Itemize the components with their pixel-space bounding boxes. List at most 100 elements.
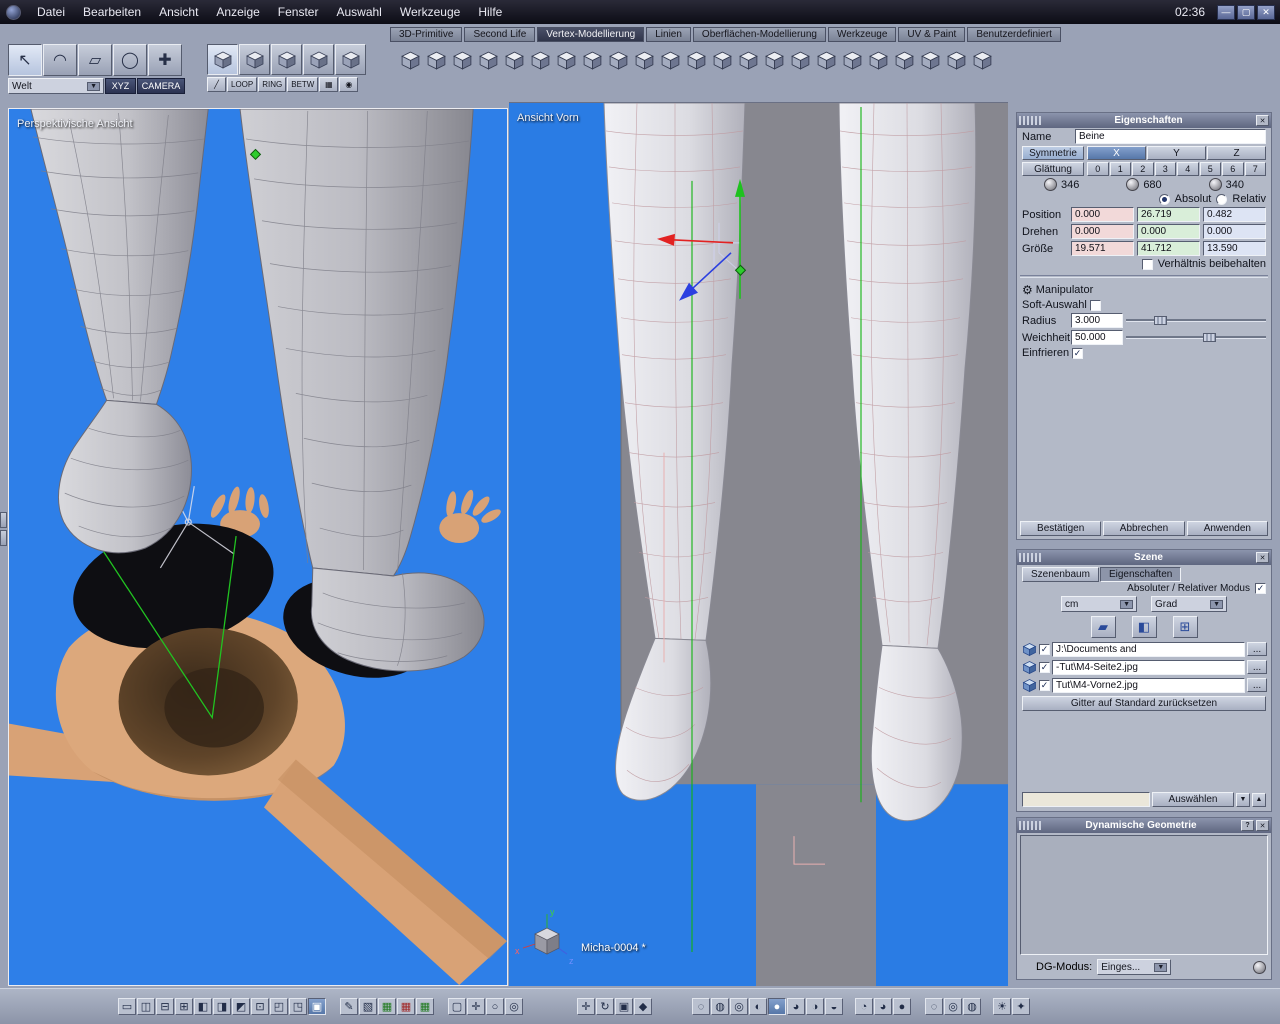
select-arrow-icon[interactable]: ↖ — [8, 44, 42, 76]
curve-select-icon[interactable]: ◠ — [43, 44, 77, 76]
chamfer-tool-icon[interactable] — [814, 46, 839, 74]
smooth-tool-icon[interactable] — [528, 46, 553, 74]
world-dropdown[interactable]: Welt ▼ — [8, 78, 104, 94]
spin-up-icon[interactable]: ▲ — [1252, 792, 1266, 807]
panel-grip[interactable] — [1019, 553, 1041, 562]
smoothing-button[interactable]: Glättung — [1022, 162, 1084, 176]
workspace-tab[interactable]: Linien — [646, 27, 691, 42]
radius-input[interactable]: 3.000 — [1071, 313, 1123, 328]
shrink-selection-icon[interactable]: ◉ — [339, 77, 359, 92]
close-hole-tool-icon[interactable] — [710, 46, 735, 74]
rotate-manipulator-icon[interactable]: ↻ — [596, 998, 614, 1015]
keep-ratio-checkbox[interactable] — [1141, 258, 1153, 270]
softness-slider[interactable] — [1126, 333, 1266, 342]
extract-tool-icon[interactable] — [424, 46, 449, 74]
workspace-tab[interactable]: Oberflächen-Modellierung — [692, 27, 826, 42]
symmetry-tool-icon[interactable] — [736, 46, 761, 74]
rect-select-icon[interactable]: ▱ — [78, 44, 112, 76]
reset-grid-button[interactable]: Gitter auf Standard zurücksetzen — [1022, 696, 1266, 711]
xyz-button[interactable]: XYZ — [105, 78, 136, 94]
snap-manipulator-icon[interactable]: ◆ — [634, 998, 652, 1015]
softness-input[interactable]: 50.000 — [1071, 330, 1123, 345]
position-x-input[interactable]: 0.000 — [1071, 207, 1134, 222]
pan-view-icon[interactable]: ✛ — [467, 998, 485, 1015]
textured-display-icon[interactable]: ◑ — [806, 998, 824, 1015]
smoothing-level-button[interactable]: 1 — [1109, 162, 1131, 176]
copy-symmetry-tool-icon[interactable] — [762, 46, 787, 74]
translate-manipulator-icon[interactable]: ✛ — [577, 998, 595, 1015]
close-icon[interactable]: ✕ — [1256, 820, 1269, 831]
flat-wire-display-icon[interactable]: ◐ — [749, 998, 767, 1015]
smoothing-level-button[interactable]: 3 — [1154, 162, 1176, 176]
wireframe-display-icon[interactable]: ◌ — [692, 998, 710, 1015]
extrude-face-tool-icon[interactable] — [450, 46, 475, 74]
average-weld-tool-icon[interactable] — [658, 46, 683, 74]
light-icon[interactable]: ☀ — [993, 998, 1011, 1015]
triangulate-tool-icon[interactable] — [866, 46, 891, 74]
grid-xy-icon[interactable]: ▦ — [378, 998, 396, 1015]
circle-select-icon[interactable]: ◯ — [113, 44, 147, 76]
close-button[interactable]: ✕ — [1257, 4, 1275, 20]
layer-visible-checkbox[interactable] — [1039, 679, 1050, 691]
abs-rel-mode-checkbox[interactable] — [1255, 583, 1266, 594]
splitter-handle[interactable] — [0, 530, 7, 546]
shade-object-icon[interactable]: ◕ — [874, 998, 892, 1015]
symmetry-axis-button[interactable]: Z — [1207, 146, 1266, 160]
wire-hidden-icon[interactable]: ◍ — [963, 998, 981, 1015]
object-mode-icon[interactable] — [303, 44, 334, 75]
scene-titlebar[interactable]: Szene ✕ — [1017, 550, 1271, 565]
layout-quad-icon[interactable]: ⊞ — [175, 998, 193, 1015]
ring-button[interactable]: RING — [258, 77, 287, 92]
close-icon[interactable]: ✕ — [1256, 552, 1269, 563]
layout-right-icon[interactable]: ◨ — [213, 998, 231, 1015]
size-z-input[interactable]: 13.590 — [1203, 241, 1266, 256]
layout-split-h-icon[interactable]: ⊟ — [156, 998, 174, 1015]
eraser-icon[interactable]: ▰ — [1090, 616, 1116, 638]
weld-points-tool-icon[interactable] — [632, 46, 657, 74]
browse-button[interactable]: ... — [1247, 642, 1267, 656]
menu-item[interactable]: Fenster — [269, 1, 328, 23]
thickness-tool-icon[interactable] — [788, 46, 813, 74]
soft-select-checkbox[interactable] — [1089, 299, 1101, 311]
texture-grid-icon[interactable]: ▧ — [359, 998, 377, 1015]
smooth-wire-display-icon[interactable]: ◕ — [787, 998, 805, 1015]
wire-shaded-icon[interactable]: ◎ — [944, 998, 962, 1015]
scale-manipulator-icon[interactable]: ▣ — [615, 998, 633, 1015]
shade-scene-icon[interactable]: ● — [893, 998, 911, 1015]
size-y-input[interactable]: 41.712 — [1137, 241, 1200, 256]
layout-full-icon[interactable]: ▭ — [118, 998, 136, 1015]
loop-button[interactable]: LOOP — [227, 77, 258, 92]
maximize-button[interactable]: ▢ — [1237, 4, 1255, 20]
bridge-tool-icon[interactable] — [684, 46, 709, 74]
decimate-tool-icon[interactable] — [892, 46, 917, 74]
tessellate-tool-icon[interactable] — [554, 46, 579, 74]
add-select-icon[interactable]: ✚ — [148, 44, 182, 76]
radius-slider[interactable] — [1126, 316, 1266, 325]
minimize-button[interactable]: — — [1217, 4, 1235, 20]
browse-button[interactable]: ... — [1247, 678, 1267, 692]
add-point-tool-icon[interactable] — [918, 46, 943, 74]
magnet-tool-icon[interactable] — [970, 46, 995, 74]
menu-item[interactable]: Ansicht — [150, 1, 207, 23]
layer-visible-checkbox[interactable] — [1039, 643, 1050, 655]
frame-select-icon[interactable]: ▢ — [448, 998, 466, 1015]
grid-yz-icon[interactable]: ▦ — [416, 998, 434, 1015]
workspace-tab[interactable]: UV & Paint — [898, 27, 966, 42]
material-preview-field[interactable] — [1022, 792, 1150, 807]
menu-item[interactable]: Bearbeiten — [74, 1, 150, 23]
symmetry-axis-button[interactable]: X — [1087, 146, 1146, 160]
flat-display-icon[interactable]: ◎ — [730, 998, 748, 1015]
smoothing-level-button[interactable]: 6 — [1222, 162, 1244, 176]
rotation-y-input[interactable]: 0.000 — [1137, 224, 1200, 239]
size-x-input[interactable]: 19.571 — [1071, 241, 1134, 256]
smoothing-level-button[interactable]: 5 — [1199, 162, 1221, 176]
menu-item[interactable]: Anzeige — [207, 1, 268, 23]
select-button[interactable]: Auswählen — [1152, 792, 1234, 807]
menu-item[interactable]: Werkzeuge — [391, 1, 469, 23]
layout-single-icon[interactable]: ▣ — [308, 998, 326, 1015]
absolute-radio[interactable] — [1158, 193, 1170, 205]
apply-button[interactable]: Anwenden — [1186, 521, 1268, 536]
face-mode-icon[interactable] — [271, 44, 302, 75]
position-z-input[interactable]: 0.482 — [1203, 207, 1266, 222]
shade-selection-icon[interactable]: ◔ — [855, 998, 873, 1015]
